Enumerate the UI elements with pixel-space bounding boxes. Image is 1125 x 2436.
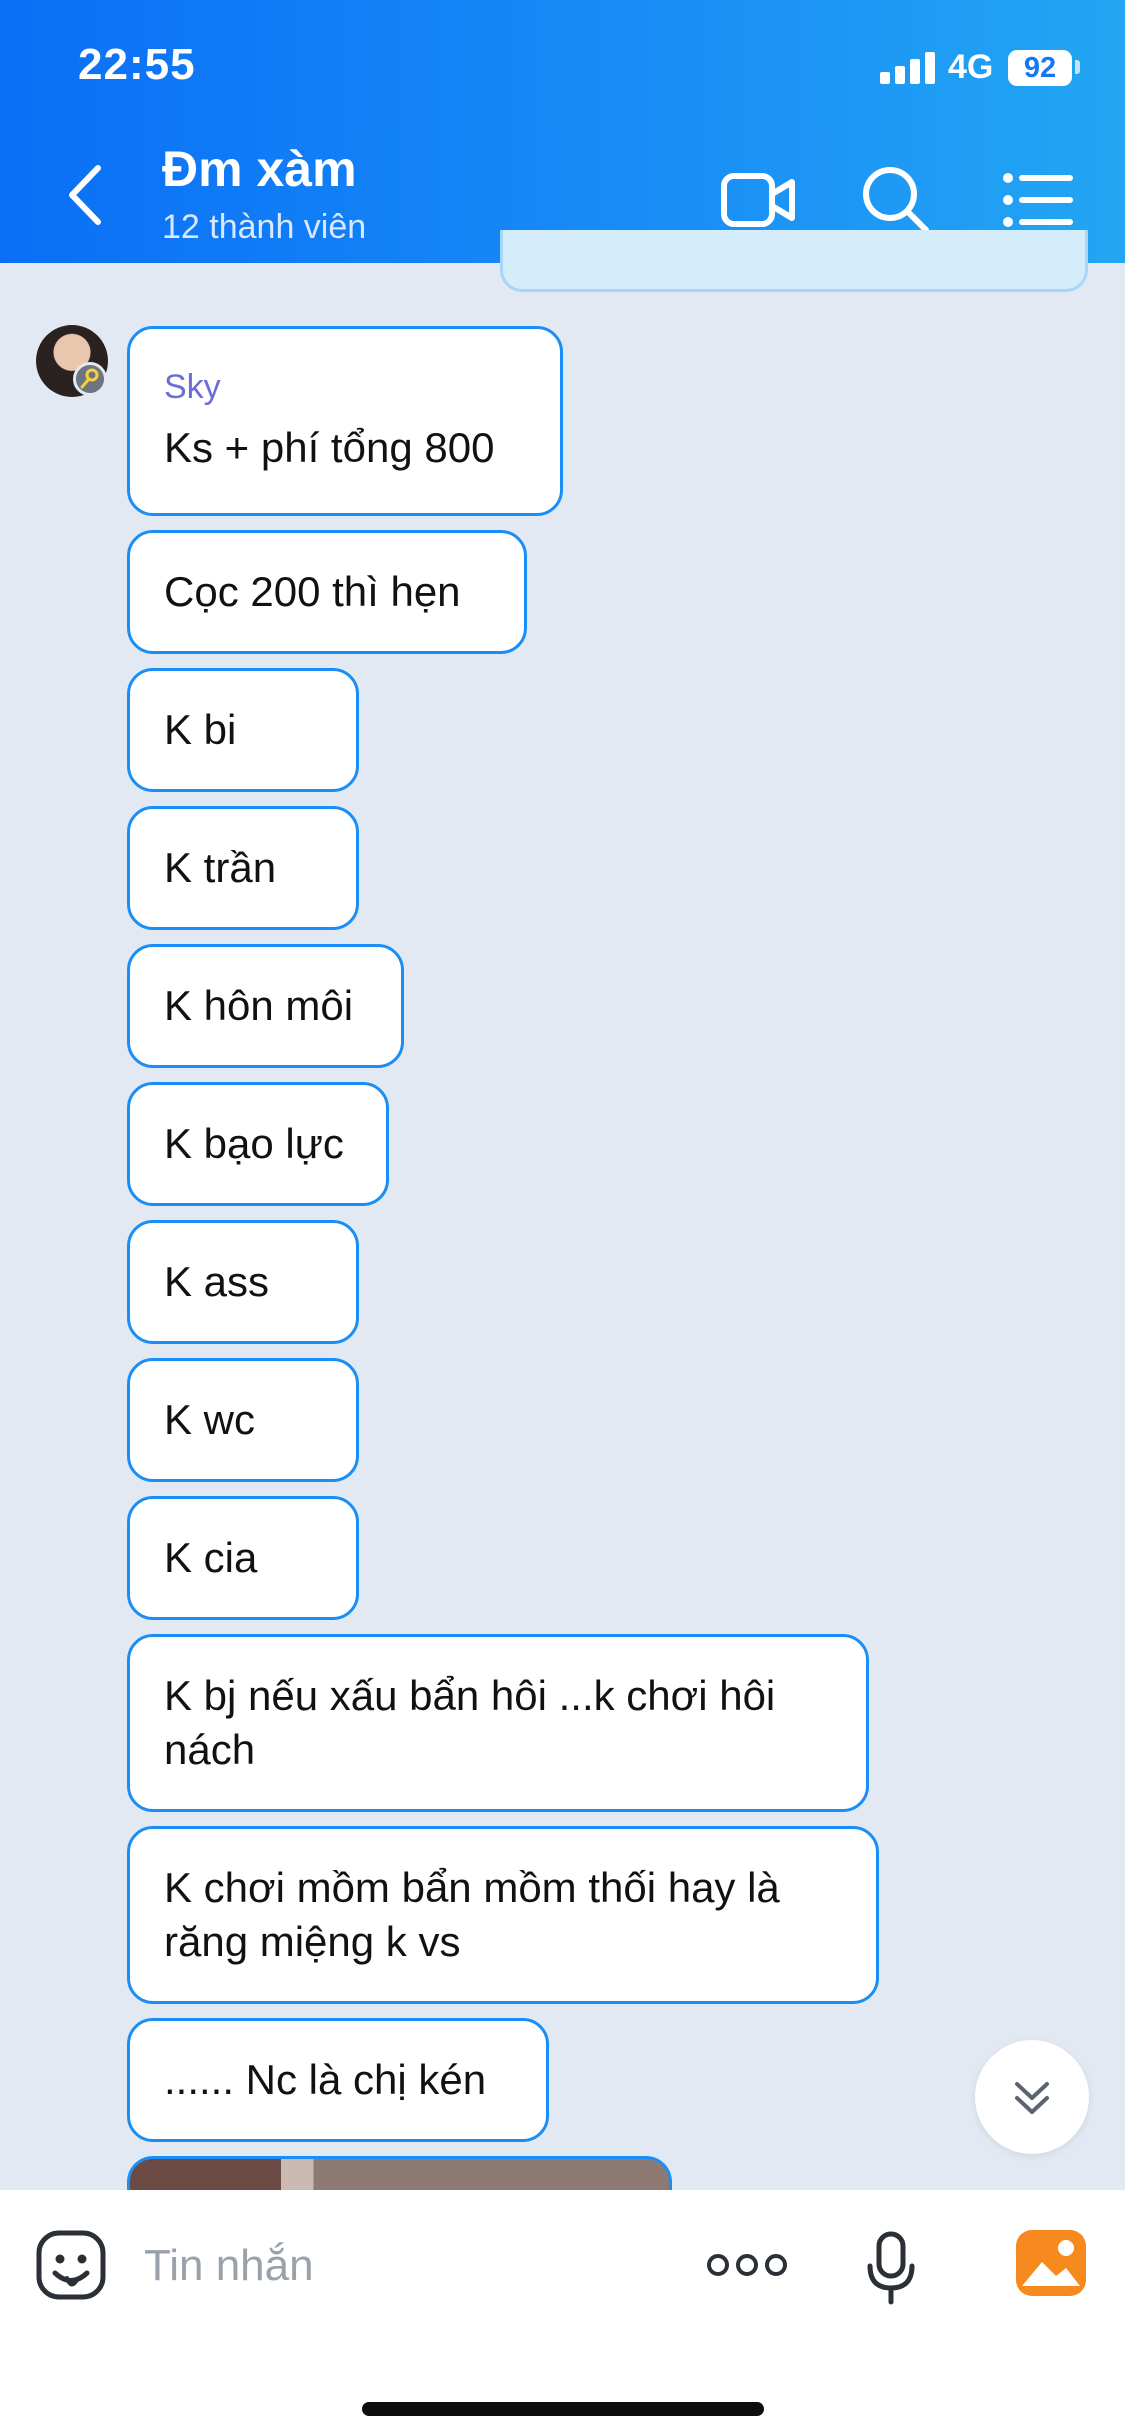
message-text: K cia (164, 1534, 258, 1581)
chat-header: 22:55 4G 92 Đm xàm 12 thành viên (0, 0, 1125, 263)
scroll-down-button[interactable] (975, 2040, 1089, 2154)
message-bubble[interactable]: K wc (127, 1358, 359, 1482)
microphone-icon[interactable] (866, 2230, 916, 2306)
cellular-signal-icon (880, 52, 936, 84)
message-text: K hôn môi (164, 982, 354, 1029)
status-time: 22:55 (78, 40, 196, 89)
sticker-emoji-icon[interactable] (34, 2228, 108, 2302)
home-indicator[interactable] (362, 2402, 764, 2416)
message-bubble[interactable]: K ass (127, 1220, 359, 1344)
back-button[interactable] (60, 160, 110, 230)
message-bubble[interactable]: K hôn môi (127, 944, 404, 1068)
message-bubble[interactable]: K chơi mồm bẩn mồm thối hay là răng miện… (127, 1826, 879, 2004)
message-bubble[interactable]: Cọc 200 thì hẹn (127, 530, 527, 654)
message-composer (0, 2190, 1125, 2436)
message-text: K bj nếu xấu bẩn hôi ...k chơi hôi nách (164, 1672, 776, 1773)
message-text: K bi (164, 706, 237, 753)
message-bubble[interactable]: Sky Ks + phí tổng 800 (127, 326, 563, 516)
battery-icon: 92 (1008, 50, 1072, 86)
message-bubble[interactable]: ...... Nc là chị kén (127, 2018, 549, 2142)
list-menu-icon[interactable] (998, 160, 1078, 240)
battery-tip (1075, 60, 1080, 74)
member-count[interactable]: 12 thành viên (162, 208, 366, 247)
message-bubble[interactable]: K bạo lực (127, 1082, 389, 1206)
message-text: K trần (164, 844, 277, 891)
message-bubble[interactable]: K cia (127, 1496, 359, 1620)
message-input[interactable] (142, 2230, 666, 2302)
message-text: ...... Nc là chị kén (164, 2056, 487, 2103)
previous-message-bubble[interactable] (500, 230, 1088, 292)
message-bubble[interactable]: K trần (127, 806, 359, 930)
message-text: Ks + phí tổng 800 (164, 424, 495, 471)
chat-title[interactable]: Đm xàm (162, 140, 357, 198)
more-dots-icon[interactable] (706, 2245, 788, 2285)
message-text: K chơi mồm bẩn mồm thối hay là răng miện… (164, 1864, 780, 1965)
message-text: K wc (164, 1396, 256, 1443)
message-text: Cọc 200 thì hẹn (164, 568, 461, 615)
search-icon[interactable] (856, 160, 936, 240)
message-bubble[interactable]: K bi (127, 668, 359, 792)
gallery-image-icon[interactable] (1014, 2228, 1088, 2298)
message-bubble[interactable]: K bj nếu xấu bẩn hôi ...k chơi hôi nách (127, 1634, 869, 1812)
sender-name: Sky (164, 368, 221, 406)
double-chevron-down-icon (1015, 2082, 1049, 2114)
key-badge-icon (73, 362, 107, 396)
network-type: 4G (948, 48, 994, 86)
video-call-icon[interactable] (718, 160, 798, 240)
message-text: K bạo lực (164, 1120, 344, 1167)
message-text: K ass (164, 1258, 270, 1305)
